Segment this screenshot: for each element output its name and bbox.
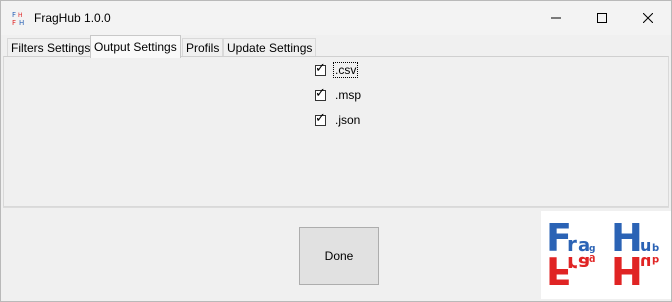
json-option[interactable]: ✓ .json xyxy=(315,111,361,129)
close-button[interactable] xyxy=(625,1,671,35)
tab-filters-settings[interactable]: Filters Settings xyxy=(7,38,95,57)
svg-text:u: u xyxy=(640,253,651,272)
svg-text:b: b xyxy=(652,254,659,265)
msp-checkbox[interactable]: ✓ xyxy=(315,85,326,101)
svg-text:H: H xyxy=(19,19,24,26)
msp-label[interactable]: .msp xyxy=(334,88,362,102)
msp-option[interactable]: ✓ .msp xyxy=(315,86,362,104)
checkmark-icon: ✓ xyxy=(315,60,326,76)
window-title: FragHub 1.0.0 xyxy=(34,11,111,25)
tab-update-settings[interactable]: Update Settings xyxy=(223,38,317,57)
csv-label[interactable]: .csv xyxy=(332,62,359,78)
minimize-icon xyxy=(551,17,561,19)
title-bar[interactable]: F H F H FragHub 1.0.0 xyxy=(1,1,671,35)
csv-option[interactable]: ✓ .csv xyxy=(315,60,359,79)
svg-text:r: r xyxy=(567,252,577,276)
tab-bar: Filters Settings Output Settings Profils… xyxy=(1,35,671,58)
csv-checkbox[interactable]: ✓ xyxy=(315,60,326,76)
maximize-icon xyxy=(597,13,607,23)
checkmark-icon: ✓ xyxy=(315,85,326,101)
svg-text:H: H xyxy=(18,12,23,19)
app-icon: F H F H xyxy=(12,10,28,27)
json-checkbox[interactable]: ✓ xyxy=(315,110,326,126)
svg-text:g: g xyxy=(589,254,595,264)
svg-text:F: F xyxy=(12,19,16,26)
minimize-button[interactable] xyxy=(533,1,579,35)
maximize-button[interactable] xyxy=(579,1,625,35)
fraghub-logo: F r a g H u b F r a g H u b xyxy=(541,211,671,299)
tab-output-settings[interactable]: Output Settings xyxy=(90,35,181,58)
app-window: F H F H FragHub 1.0.0 Filters Settings O… xyxy=(0,0,672,302)
tab-profils[interactable]: Profils xyxy=(182,38,224,57)
svg-text:b: b xyxy=(652,243,659,254)
checkmark-icon: ✓ xyxy=(315,110,326,126)
json-label[interactable]: .json xyxy=(334,113,361,127)
divider xyxy=(3,207,669,208)
svg-text:H: H xyxy=(611,248,643,292)
svg-text:F: F xyxy=(12,11,16,19)
close-icon xyxy=(643,13,653,23)
done-button[interactable]: Done xyxy=(299,227,379,285)
